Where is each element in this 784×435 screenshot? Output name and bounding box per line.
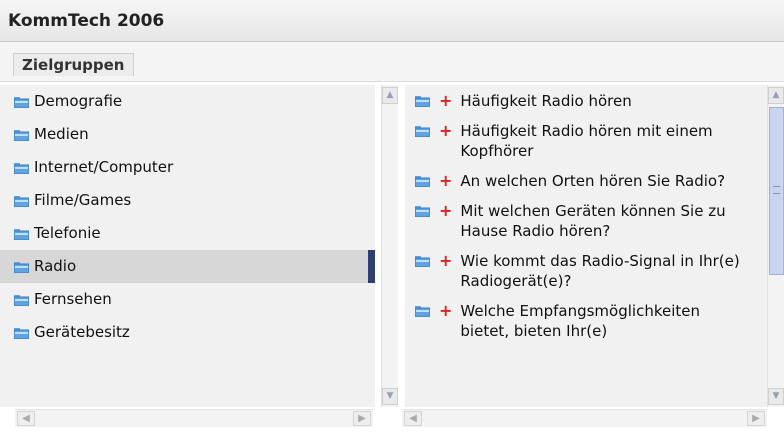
category-label: Radio	[34, 257, 77, 275]
folder-icon	[14, 327, 29, 339]
category-item-filme-games[interactable]: Filme/Games	[0, 184, 375, 217]
tab-zielgruppen[interactable]: Zielgruppen	[13, 53, 135, 76]
category-label: Medien	[34, 125, 89, 143]
window-title: KommTech 2006	[8, 11, 165, 31]
category-item-fernsehen[interactable]: Fernsehen	[0, 283, 375, 316]
category-vertical-scrollbar[interactable]: ▲ ▼	[381, 85, 398, 407]
plus-icon[interactable]: +	[439, 252, 452, 270]
scroll-left-button[interactable]: ◀	[404, 411, 422, 426]
folder-icon	[14, 162, 29, 174]
question-item[interactable]: + Mit welchen Geräten können Sie zu Haus…	[405, 195, 767, 245]
question-label: Häufigkeit Radio hören mit einem Kopfhör…	[460, 122, 713, 160]
question-label: Wie kommt das Radio-Signal in Ihr(e) Rad…	[460, 252, 740, 290]
question-label: Welche Empfangsmöglichkeiten bietet, bie…	[460, 302, 700, 340]
category-label: Demografie	[34, 92, 123, 110]
category-item-demografie[interactable]: Demografie	[0, 85, 375, 118]
pane-divider[interactable]	[399, 85, 403, 425]
grip-icon	[773, 186, 780, 194]
folder-icon	[14, 294, 29, 306]
folder-icon	[415, 175, 430, 187]
plus-icon[interactable]: +	[439, 172, 452, 190]
plus-icon[interactable]: +	[439, 202, 452, 220]
scroll-up-button[interactable]: ▲	[382, 87, 398, 104]
category-label: Gerätebesitz	[34, 323, 130, 341]
category-item-radio[interactable]: Radio	[0, 250, 375, 283]
folder-icon	[14, 228, 29, 240]
scroll-down-button[interactable]: ▼	[768, 388, 784, 405]
folder-icon	[415, 255, 430, 267]
category-list: Demografie Medien Internet/Computer Film…	[0, 85, 375, 407]
scroll-left-button[interactable]: ◀	[17, 411, 35, 426]
scroll-up-button[interactable]: ▲	[768, 87, 784, 104]
category-label: Internet/Computer	[34, 158, 174, 176]
title-bar: KommTech 2006	[0, 0, 784, 42]
category-label: Filme/Games	[34, 191, 132, 209]
folder-icon	[415, 95, 430, 107]
folder-icon	[14, 129, 29, 141]
plus-icon[interactable]: +	[439, 302, 452, 320]
category-item-internet-computer[interactable]: Internet/Computer	[0, 151, 375, 184]
folder-icon	[14, 261, 29, 273]
folder-icon	[415, 305, 430, 317]
scroll-thumb[interactable]	[769, 107, 784, 275]
folder-icon	[14, 195, 29, 207]
category-item-medien[interactable]: Medien	[0, 118, 375, 151]
question-horizontal-scrollbar[interactable]: ◀ ▶	[402, 409, 767, 427]
folder-icon	[14, 96, 29, 108]
folder-icon	[415, 205, 430, 217]
category-label: Telefonie	[34, 224, 101, 242]
question-label: Häufigkeit Radio hören	[460, 92, 632, 110]
folder-icon	[415, 125, 430, 137]
question-item[interactable]: + Häufigkeit Radio hören	[405, 85, 767, 115]
question-label: Mit welchen Geräten können Sie zu Hause …	[460, 202, 726, 240]
question-item[interactable]: + Häufigkeit Radio hören mit einem Kopfh…	[405, 115, 767, 165]
selection-indicator	[368, 250, 375, 283]
category-horizontal-scrollbar[interactable]: ◀ ▶	[15, 409, 373, 427]
category-item-geraetebesitz[interactable]: Gerätebesitz	[0, 316, 375, 349]
question-item[interactable]: + Welche Empfangsmöglichkeiten bietet, b…	[405, 295, 767, 345]
plus-icon[interactable]: +	[439, 92, 452, 110]
scroll-down-button[interactable]: ▼	[382, 388, 398, 405]
scroll-right-button[interactable]: ▶	[747, 411, 765, 426]
question-item[interactable]: + An welchen Orten hören Sie Radio?	[405, 165, 767, 195]
tab-strip: Zielgruppen	[0, 42, 784, 82]
question-list: + Häufigkeit Radio hören + Häufigkeit Ra…	[405, 85, 767, 407]
plus-icon[interactable]: +	[439, 122, 452, 140]
category-item-telefonie[interactable]: Telefonie	[0, 217, 375, 250]
question-label: An welchen Orten hören Sie Radio?	[460, 172, 726, 190]
scroll-right-button[interactable]: ▶	[353, 411, 371, 426]
question-vertical-scrollbar[interactable]: ▲ ▼	[767, 85, 784, 407]
question-item[interactable]: + Wie kommt das Radio-Signal in Ihr(e) R…	[405, 245, 767, 295]
category-label: Fernsehen	[34, 290, 112, 308]
